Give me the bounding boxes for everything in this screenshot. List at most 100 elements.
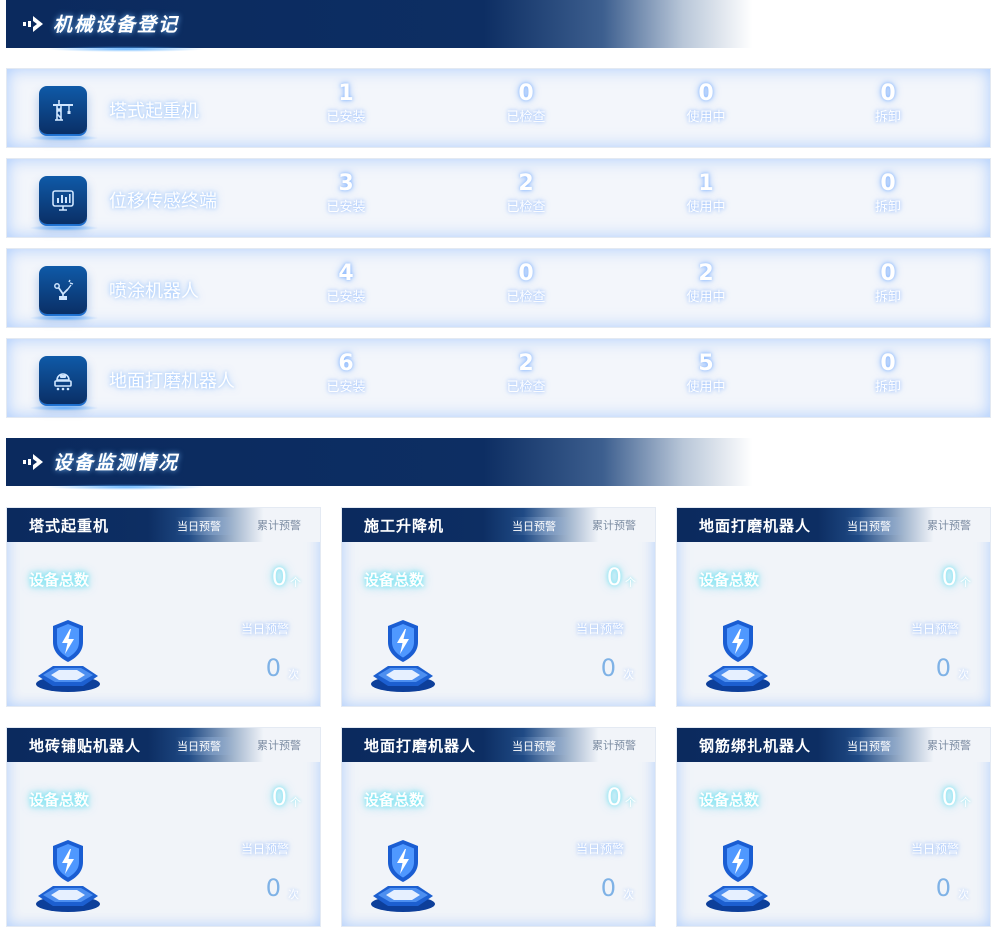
tab-today-warning[interactable]: 当日预警 bbox=[845, 737, 907, 755]
header-glow-line bbox=[46, 484, 206, 490]
monitor-card-tile-laying-robot[interactable]: 地砖铺贴机器人 当日预警 累计预警 设备总数 0 个 当日预警 0 次 bbox=[6, 727, 321, 927]
today-warning-unit: 次 bbox=[623, 888, 634, 901]
stat-value: 2 bbox=[698, 261, 714, 286]
equipment-name: 地面打磨机器人 bbox=[109, 371, 235, 392]
stat-inspected: 2 已检查 bbox=[471, 171, 581, 217]
tab-total-warning[interactable]: 累计预警 bbox=[592, 737, 636, 753]
card-title: 地面打磨机器人 bbox=[364, 737, 477, 755]
monitor-card-construction-elevator[interactable]: 施工升降机 当日预警 累计预警 设备总数 0 个 当日预警 0 次 bbox=[341, 507, 656, 707]
device-total-label: 设备总数 bbox=[364, 571, 425, 589]
tab-today-warning[interactable]: 当日预警 bbox=[175, 737, 237, 755]
stat-label: 拆卸 bbox=[874, 110, 901, 125]
stat-inspected: 2 已检查 bbox=[471, 351, 581, 397]
tab-today-warning[interactable]: 当日预警 bbox=[510, 737, 572, 755]
stat-in-use: 0 使用中 bbox=[651, 81, 761, 127]
stat-value: 0 bbox=[698, 81, 714, 106]
today-warning-unit: 次 bbox=[623, 668, 634, 681]
icon-glow-base bbox=[29, 405, 99, 411]
tab-total-warning[interactable]: 累计预警 bbox=[257, 517, 301, 533]
tab-total-warning[interactable]: 累计预警 bbox=[257, 737, 301, 753]
stat-value: 0 bbox=[880, 171, 896, 196]
today-warning-unit: 次 bbox=[958, 668, 969, 681]
device-total-label: 设备总数 bbox=[699, 571, 760, 589]
header-glow-line bbox=[46, 46, 206, 52]
monitor-card-floor-grinding-robot-2[interactable]: 地面打磨机器人 当日预警 累计预警 设备总数 0 个 当日预警 0 次 bbox=[341, 727, 656, 927]
stat-label: 使用中 bbox=[686, 110, 726, 125]
today-warning-label: 当日预警 bbox=[576, 622, 625, 636]
device-total-label: 设备总数 bbox=[699, 791, 760, 809]
tab-total-warning[interactable]: 累计预警 bbox=[592, 517, 636, 533]
stat-inspected: 0 已检查 bbox=[471, 81, 581, 127]
tab-today-warning[interactable]: 当日预警 bbox=[845, 517, 907, 535]
tab-today-warning[interactable]: 当日预警 bbox=[175, 517, 237, 535]
stat-value: 0 bbox=[880, 351, 896, 376]
shield-lightning-icon bbox=[371, 620, 435, 692]
stat-label: 已安装 bbox=[326, 200, 366, 215]
robot-arm-icon bbox=[39, 266, 87, 314]
stat-label: 使用中 bbox=[686, 290, 726, 305]
registration-row-displacement-sensor[interactable]: 位移传感终端 3 已安装 2 已检查 1 使用中 0 拆卸 bbox=[6, 158, 991, 238]
monitor-card-tower-crane[interactable]: 塔式起重机 当日预警 累计预警 设备总数 0 个 当日预警 0 次 bbox=[6, 507, 321, 707]
today-warning-unit: 次 bbox=[958, 888, 969, 901]
today-warning-label: 当日预警 bbox=[911, 842, 960, 856]
stat-in-use: 1 使用中 bbox=[651, 171, 761, 217]
stat-value: 5 bbox=[698, 351, 714, 376]
shield-lightning-icon bbox=[371, 840, 435, 912]
monitor-card-floor-grinding-robot[interactable]: 地面打磨机器人 当日预警 累计预警 设备总数 0 个 当日预警 0 次 bbox=[676, 507, 991, 707]
today-warning-value: 0 bbox=[600, 874, 616, 902]
stat-label: 已检查 bbox=[506, 200, 546, 215]
registration-row-tower-crane[interactable]: 塔式起重机 1 已安装 0 已检查 0 使用中 0 拆卸 bbox=[6, 68, 991, 148]
stat-dismantled: 0 拆卸 bbox=[833, 171, 943, 217]
device-total-value: 0 bbox=[606, 783, 622, 811]
tower-crane-icon bbox=[39, 86, 87, 134]
stat-label: 拆卸 bbox=[874, 200, 901, 215]
today-warning-label: 当日预警 bbox=[241, 622, 290, 636]
tab-today-warning[interactable]: 当日预警 bbox=[510, 517, 572, 535]
equipment-dashboard: 机械设备登记 塔式起重机 1 已安装 0 已检查 0 使用中 0 拆卸 位移传感… bbox=[0, 0, 1001, 931]
device-total-unit: 个 bbox=[625, 796, 636, 809]
stat-value: 2 bbox=[518, 351, 534, 376]
card-title: 塔式起重机 bbox=[29, 517, 110, 535]
today-warning-value: 0 bbox=[265, 654, 281, 682]
stat-label: 已安装 bbox=[326, 110, 366, 125]
today-warning-value: 0 bbox=[265, 874, 281, 902]
stat-label: 使用中 bbox=[686, 200, 726, 215]
card-title: 施工升降机 bbox=[364, 517, 445, 535]
stat-installed: 4 已安装 bbox=[291, 261, 401, 307]
stat-value: 6 bbox=[338, 351, 354, 376]
stat-label: 拆卸 bbox=[874, 380, 901, 395]
stat-in-use: 2 使用中 bbox=[651, 261, 761, 307]
today-warning-label: 当日预警 bbox=[576, 842, 625, 856]
card-title: 钢筋绑扎机器人 bbox=[699, 737, 812, 755]
registration-section-title: 机械设备登记 bbox=[53, 14, 180, 36]
stat-value: 2 bbox=[518, 171, 534, 196]
floor-robot-icon bbox=[39, 356, 87, 404]
shield-lightning-icon bbox=[706, 840, 770, 912]
today-warning-value: 0 bbox=[935, 874, 951, 902]
shield-lightning-icon bbox=[706, 620, 770, 692]
double-arrow-icon bbox=[23, 16, 43, 32]
shield-lightning-icon bbox=[36, 620, 100, 692]
today-warning-label: 当日预警 bbox=[241, 842, 290, 856]
stat-value: 0 bbox=[518, 261, 534, 286]
double-arrow-icon bbox=[23, 454, 43, 470]
today-warning-value: 0 bbox=[600, 654, 616, 682]
registration-row-spray-robot[interactable]: 喷涂机器人 4 已安装 0 已检查 2 使用中 0 拆卸 bbox=[6, 248, 991, 328]
stat-label: 已检查 bbox=[506, 110, 546, 125]
device-total-value: 0 bbox=[606, 563, 622, 591]
stat-in-use: 5 使用中 bbox=[651, 351, 761, 397]
stat-label: 拆卸 bbox=[874, 290, 901, 305]
stat-dismantled: 0 拆卸 bbox=[833, 261, 943, 307]
device-total-value: 0 bbox=[271, 563, 287, 591]
tab-total-warning[interactable]: 累计预警 bbox=[927, 737, 971, 753]
device-total-label: 设备总数 bbox=[364, 791, 425, 809]
stat-label: 已检查 bbox=[506, 290, 546, 305]
monitoring-section-title: 设备监测情况 bbox=[53, 452, 180, 474]
stat-label: 已安装 bbox=[326, 290, 366, 305]
tab-total-warning[interactable]: 累计预警 bbox=[927, 517, 971, 533]
monitor-card-rebar-tying-robot[interactable]: 钢筋绑扎机器人 当日预警 累计预警 设备总数 0 个 当日预警 0 次 bbox=[676, 727, 991, 927]
registration-section-header: 机械设备登记 bbox=[6, 0, 1001, 52]
stat-inspected: 0 已检查 bbox=[471, 261, 581, 307]
device-total-unit: 个 bbox=[625, 576, 636, 589]
registration-row-floor-grinding-robot[interactable]: 地面打磨机器人 6 已安装 2 已检查 5 使用中 0 拆卸 bbox=[6, 338, 991, 418]
